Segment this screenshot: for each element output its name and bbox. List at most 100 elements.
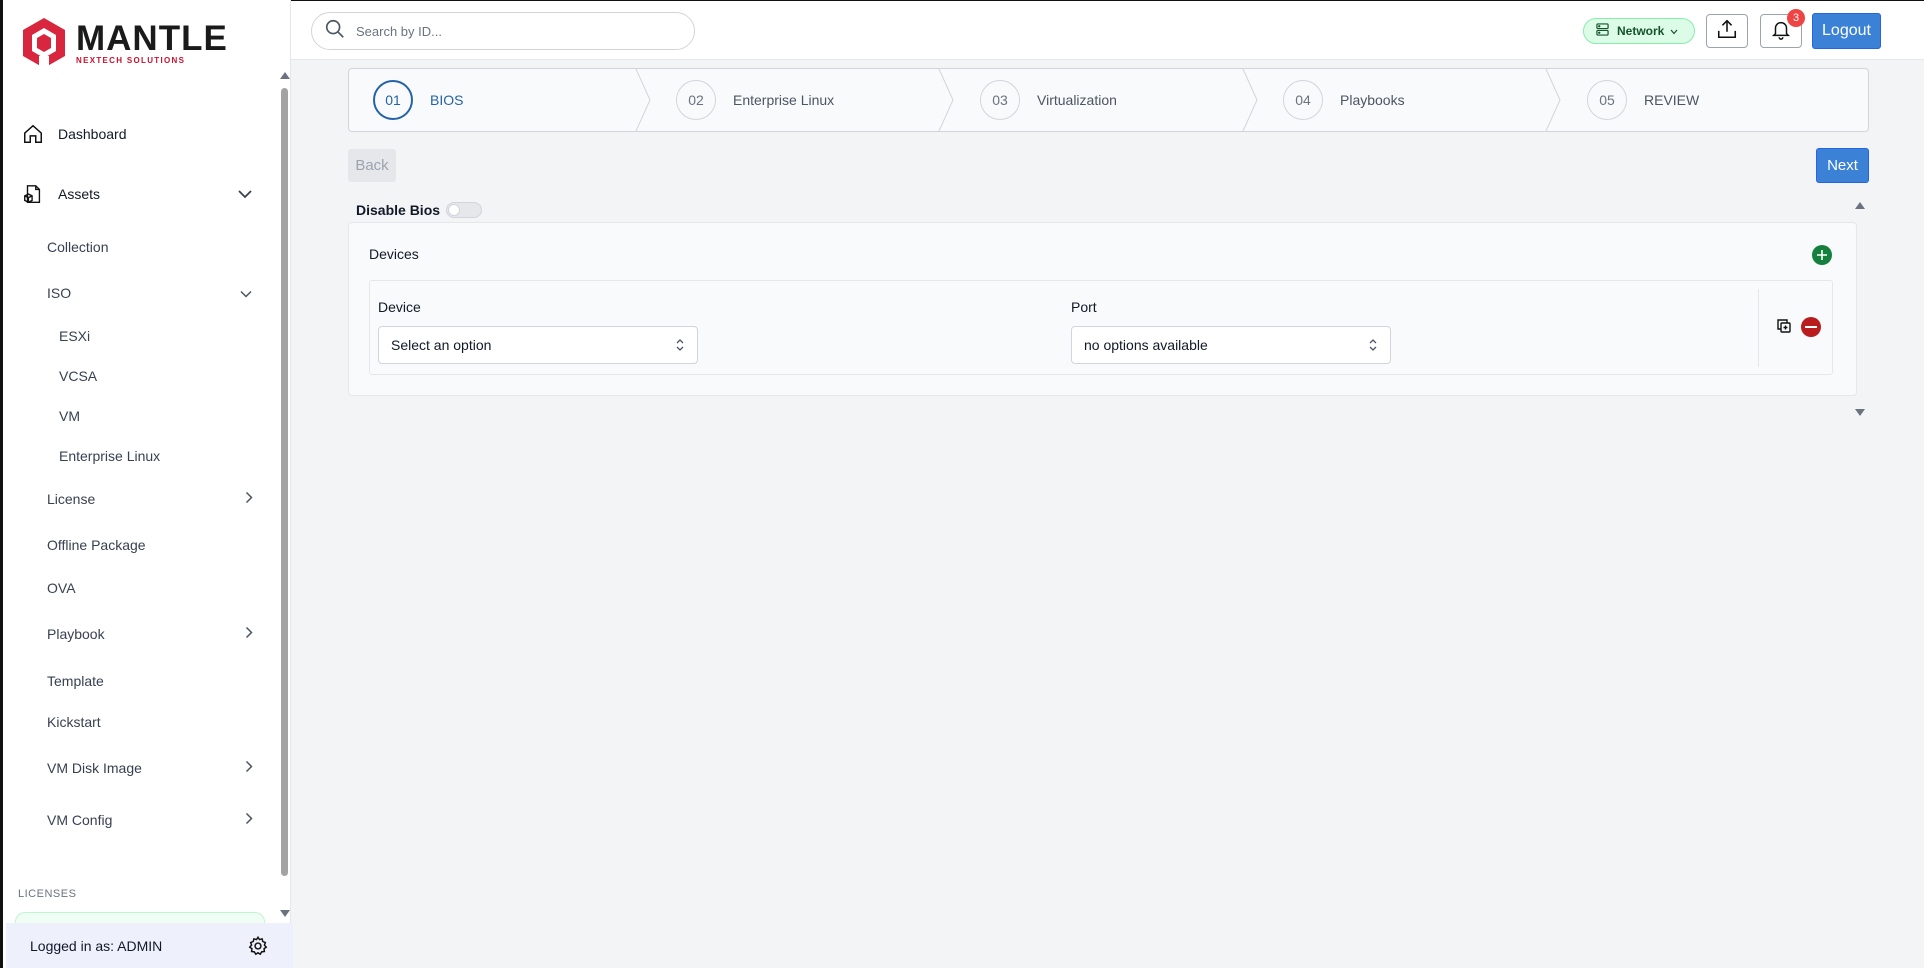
search-input[interactable] [356,23,676,39]
sidebar-item-label: Template [47,673,104,689]
scroll-up-arrow[interactable] [280,72,290,79]
sidebar-item-label: Kickstart [47,714,101,730]
add-device-button[interactable] [1812,245,1832,265]
mantle-logo-icon [20,16,68,70]
server-icon [1596,23,1609,39]
step-label: Playbooks [1340,92,1405,108]
content-scroll-up-arrow[interactable] [1855,202,1865,209]
remove-device-button[interactable] [1801,317,1821,337]
sidebar-item-vm-disk-image[interactable]: VM Disk Image [3,742,273,794]
sidebar-item-playbook[interactable]: Playbook [3,608,273,660]
step-number: 02 [676,80,716,120]
select-arrows-icon [1368,337,1378,356]
sidebar-scrollbar[interactable] [281,88,288,876]
sidebar-item-label: ESXi [59,328,91,344]
sidebar-nav: Dashboard Assets Collection ISO ESXi VCS… [3,104,273,846]
sidebar-item-ova[interactable]: OVA [3,568,273,608]
sidebar-item-license[interactable]: License [3,476,273,522]
wizard-stepper: 01 BIOS 02 Enterprise Linux 03 Virtualiz… [348,68,1869,132]
step-virtualization[interactable]: 03 Virtualization [980,69,1117,131]
notifications-button[interactable]: 3 [1760,9,1805,48]
step-number: 04 [1283,80,1323,120]
sidebar-footer: Logged in as: ADMIN [6,923,293,968]
chevron-right-icon[interactable] [245,760,253,777]
sidebar-item-label: Dashboard [58,126,127,142]
scroll-down-arrow[interactable] [280,910,290,917]
licenses-section-label: LICENSES [18,888,77,900]
next-button[interactable]: Next [1816,148,1869,183]
sidebar-item-label: Offline Package [47,537,146,553]
notification-count-badge: 3 [1787,9,1805,27]
network-selector[interactable]: Network [1583,18,1695,44]
chevron-down-icon[interactable] [237,186,253,202]
sidebar-item-collection[interactable]: Collection [3,224,273,270]
step-review[interactable]: 05 REVIEW [1587,69,1699,131]
sidebar-item-vm[interactable]: VM [3,396,273,436]
network-label: Network [1617,24,1665,38]
back-button[interactable]: Back [348,149,396,182]
sidebar-item-label: Assets [58,186,101,202]
step-label: BIOS [430,92,464,108]
chevron-right-icon[interactable] [245,626,253,643]
step-playbooks[interactable]: 04 Playbooks [1283,69,1405,131]
port-select[interactable]: no options available [1071,326,1391,364]
home-icon [20,121,46,147]
step-separator [938,69,954,131]
disable-bios-control: Disable Bios [356,202,483,218]
disable-bios-toggle[interactable] [446,202,483,218]
sidebar: MANTLE NEXTECH SOLUTIONS Dashboard Asset… [0,0,293,968]
step-number: 03 [980,80,1020,120]
step-label: REVIEW [1644,92,1700,108]
sidebar-item-label: Playbook [47,626,105,642]
step-label: Virtualization [1037,92,1117,108]
port-select-value: no options available [1084,337,1208,353]
chevron-right-icon[interactable] [245,491,253,508]
content-scroll-down-arrow[interactable] [1855,409,1865,416]
step-separator [1545,69,1561,131]
copy-icon [1777,319,1791,333]
sidebar-item-label: VM Config [47,812,113,828]
sidebar-item-template[interactable]: Template [3,660,273,702]
sidebar-item-vm-config[interactable]: VM Config [3,794,273,846]
sidebar-item-offline-package[interactable]: Offline Package [3,522,273,568]
logout-button[interactable]: Logout [1812,13,1881,49]
step-enterprise-linux[interactable]: 02 Enterprise Linux [676,69,834,131]
step-number: 01 [373,80,413,120]
gear-icon[interactable] [247,935,269,960]
sidebar-item-kickstart[interactable]: Kickstart [3,702,273,742]
chevron-right-icon[interactable] [245,812,253,829]
sidebar-item-vcsa[interactable]: VCSA [3,356,273,396]
sidebar-item-label: OVA [47,580,76,596]
sidebar-item-assets[interactable]: Assets [3,164,273,224]
port-label: Port [1071,299,1097,315]
sidebar-item-label: VM [59,408,80,424]
duplicate-row-button[interactable] [1776,318,1792,339]
brand-logo[interactable]: MANTLE NEXTECH SOLUTIONS [20,16,228,70]
sidebar-item-esxi[interactable]: ESXi [3,316,273,356]
brand-subtitle: NEXTECH SOLUTIONS [76,56,186,65]
sidebar-item-label: ISO [47,285,72,301]
logged-in-user: Logged in as: ADMIN [30,937,163,954]
chevron-down-icon [1670,24,1678,38]
sidebar-item-iso[interactable]: ISO [3,270,273,316]
devices-title: Devices [369,246,419,262]
upload-button[interactable] [1706,14,1748,48]
step-label: Enterprise Linux [733,92,835,108]
top-header: Network 3 Logout [291,0,1924,60]
chevron-down-icon[interactable] [239,285,253,301]
step-bios[interactable]: 01 BIOS [373,69,463,131]
sidebar-item-dashboard[interactable]: Dashboard [3,104,273,164]
upload-icon [1716,18,1738,45]
sidebar-item-label: License [47,491,96,507]
step-separator [1242,69,1258,131]
sidebar-item-label: Enterprise Linux [59,448,161,464]
search-icon [324,18,346,45]
select-arrows-icon [675,337,685,356]
minus-icon [1805,326,1817,328]
device-label: Device [378,299,421,315]
sidebar-item-label: Collection [47,239,109,255]
device-select[interactable]: Select an option [378,326,698,364]
search-box[interactable] [311,12,695,50]
sidebar-item-enterprise-linux[interactable]: Enterprise Linux [3,436,273,476]
assets-icon [20,181,46,207]
